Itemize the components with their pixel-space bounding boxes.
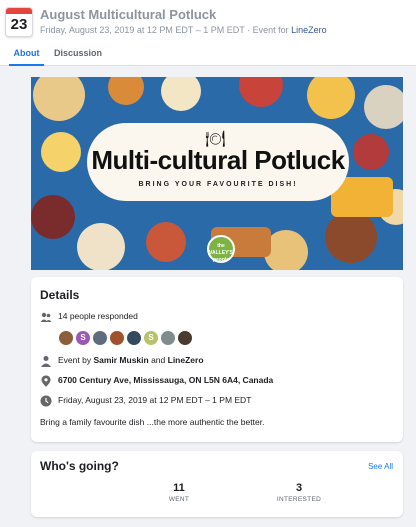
went-label: WENT xyxy=(168,496,190,503)
organizer-link[interactable]: LineZero xyxy=(291,25,327,35)
interested-count: 3 xyxy=(295,482,303,494)
responded-count: 14 people responded xyxy=(58,311,138,321)
went-stat[interactable]: 11 WENT xyxy=(139,482,219,503)
banner-title-pill: 🍽 Multi-cultural Potluck BRING YOUR FAVO… xyxy=(87,123,349,201)
banner-subtitle: BRING YOUR FAVOURITE DISH! xyxy=(138,181,298,188)
tab-discussion[interactable]: Discussion xyxy=(54,44,102,66)
interested-label: INTERESTED xyxy=(276,496,322,503)
event-subtitle-text: Friday, August 23, 2019 at 12 PM EDT – 1… xyxy=(40,25,292,35)
address-text: 6700 Century Ave, Mississauga, ON L5N 6A… xyxy=(58,375,273,385)
valleys-people-logo: the VALLEY'S people xyxy=(207,235,235,263)
event-by-text: Event by Samir Muskin and LineZero xyxy=(58,355,204,365)
host-org-link[interactable]: LineZero xyxy=(168,355,204,365)
datetime-text: Friday, August 23, 2019 at 12 PM EDT – 1… xyxy=(58,395,252,405)
person-icon xyxy=(41,356,51,367)
details-heading: Details xyxy=(40,288,80,302)
interested-stat[interactable]: 3 INTERESTED xyxy=(259,482,339,503)
see-all-link[interactable]: See All xyxy=(368,462,393,471)
avatar[interactable] xyxy=(58,330,74,346)
tab-bar: About Discussion xyxy=(0,44,416,66)
banner-title: Multi-cultural Potluck xyxy=(91,145,345,175)
people-icon xyxy=(40,312,52,322)
avatar[interactable] xyxy=(109,330,125,346)
event-subtitle: Friday, August 23, 2019 at 12 PM EDT – 1… xyxy=(40,25,327,35)
event-title[interactable]: August Multicultural Potluck xyxy=(40,7,216,22)
event-by-and: and xyxy=(148,355,168,365)
whos-going-card: Who's going? See All 11 WENT 3 INTERESTE… xyxy=(31,451,403,517)
event-cover-image[interactable]: 🍽 Multi-cultural Potluck BRING YOUR FAVO… xyxy=(31,77,403,270)
calendar-day: 23 xyxy=(10,16,28,33)
avatar[interactable] xyxy=(92,330,108,346)
avatar[interactable] xyxy=(126,330,142,346)
tab-about[interactable]: About xyxy=(9,44,44,66)
avatar[interactable] xyxy=(160,330,176,346)
address-value: 6700 Century Ave, Mississauga, ON L5N 6A… xyxy=(58,375,274,385)
avatar[interactable] xyxy=(177,330,193,346)
avatar[interactable]: S xyxy=(75,330,91,346)
clock-icon xyxy=(40,395,52,407)
event-description: Bring a family favourite dish ...the mor… xyxy=(40,417,265,427)
event-by-prefix: Event by xyxy=(58,355,94,365)
location-pin-icon xyxy=(41,375,51,387)
details-card: Details 14 people responded S S Event by… xyxy=(31,277,403,442)
event-header: 23 August Multicultural Potluck Friday, … xyxy=(0,0,416,66)
went-count: 11 xyxy=(173,482,185,494)
calendar-date-icon: 23 xyxy=(5,7,33,37)
whos-going-heading: Who's going? xyxy=(40,459,119,473)
host-person-link[interactable]: Samir Muskin xyxy=(93,355,148,365)
avatar[interactable]: S xyxy=(143,330,159,346)
